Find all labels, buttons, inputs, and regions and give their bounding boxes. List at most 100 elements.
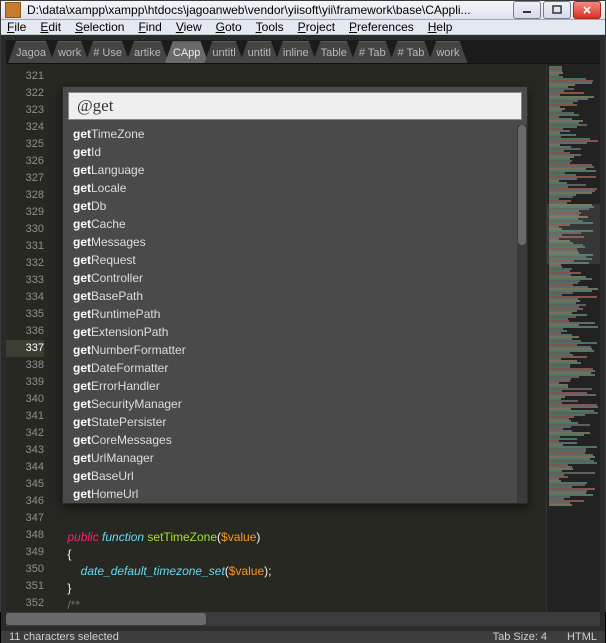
- window-title: D:\data\xampp\xampp\htdocs\jagoanweb\ven…: [27, 3, 513, 17]
- menu-view[interactable]: View: [176, 20, 202, 34]
- line-number: 343: [6, 442, 44, 459]
- palette-result[interactable]: getRuntimePath: [63, 305, 527, 323]
- line-number: 348: [6, 527, 44, 544]
- menubar: File Edit Selection Find View Goto Tools Projec…: [1, 20, 605, 35]
- line-number: 352: [6, 595, 44, 612]
- statusbar: 11 characters selected Tab Size: 4 HTML: [1, 631, 605, 643]
- line-number: 341: [6, 408, 44, 425]
- param: $value: [221, 530, 256, 544]
- fn-call: date_default_timezone_set: [81, 564, 225, 578]
- menu-help[interactable]: Help: [428, 20, 453, 34]
- palette-result[interactable]: getErrorHandler: [63, 377, 527, 395]
- line-number: 329: [6, 204, 44, 221]
- line-number: 347: [6, 510, 44, 527]
- tab[interactable]: work: [50, 41, 89, 63]
- line-number: 342: [6, 425, 44, 442]
- tab[interactable]: CApp: [165, 41, 209, 63]
- palette-result[interactable]: getBasePath: [63, 287, 527, 305]
- palette-result[interactable]: getLanguage: [63, 161, 527, 179]
- minimap[interactable]: [546, 64, 600, 612]
- palette-input[interactable]: @get: [68, 92, 522, 120]
- line-number: 325: [6, 136, 44, 153]
- line-number: 346: [6, 493, 44, 510]
- line-number: 335: [6, 306, 44, 323]
- palette-result[interactable]: getMessages: [63, 233, 527, 251]
- line-number: 338: [6, 357, 44, 374]
- app-icon: [5, 2, 21, 18]
- maximize-button[interactable]: [543, 1, 571, 19]
- palette-list: getTimeZonegetIdgetLanguagegetLocalegetD…: [63, 125, 527, 503]
- palette-result[interactable]: getController: [63, 269, 527, 287]
- indent: [54, 530, 67, 544]
- menu-tools[interactable]: Tools: [256, 20, 284, 34]
- status-tabsize[interactable]: Tab Size: 4: [493, 631, 547, 643]
- menu-selection[interactable]: Selection: [75, 20, 124, 34]
- tab[interactable]: Jagoa: [8, 41, 54, 63]
- line-number: 334: [6, 289, 44, 306]
- tab[interactable]: untitl: [204, 41, 243, 63]
- palette-result[interactable]: getTimeZone: [63, 125, 527, 143]
- line-number: 327: [6, 170, 44, 187]
- hscroll-row: [6, 612, 600, 626]
- menu-project[interactable]: Project: [298, 20, 335, 34]
- line-number: 340: [6, 391, 44, 408]
- line-number: 330: [6, 221, 44, 238]
- menu-edit[interactable]: Edit: [40, 20, 61, 34]
- palette-result[interactable]: getCache: [63, 215, 527, 233]
- line-number: 322: [6, 85, 44, 102]
- close-button[interactable]: [573, 1, 601, 19]
- line-number: 337: [6, 340, 44, 357]
- palette-result[interactable]: getUrlManager: [63, 449, 527, 467]
- line-number: 323: [6, 102, 44, 119]
- palette-result[interactable]: getRequest: [63, 251, 527, 269]
- line-number: 345: [6, 476, 44, 493]
- line-number: 336: [6, 323, 44, 340]
- minimize-button[interactable]: [513, 1, 541, 19]
- tab[interactable]: work: [428, 41, 467, 63]
- tab[interactable]: # Use: [85, 41, 130, 63]
- line-number: 339: [6, 374, 44, 391]
- line-number: 324: [6, 119, 44, 136]
- palette-result[interactable]: getId: [63, 143, 527, 161]
- menu-find[interactable]: Find: [138, 20, 161, 34]
- kw-function: function: [102, 530, 144, 544]
- line-number: 349: [6, 544, 44, 561]
- line-number: 332: [6, 255, 44, 272]
- palette-result[interactable]: getCoreMessages: [63, 431, 527, 449]
- menu-preferences[interactable]: Preferences: [349, 20, 414, 34]
- palette-result[interactable]: getSecurityManager: [63, 395, 527, 413]
- menu-goto[interactable]: Goto: [216, 20, 242, 34]
- kw-public: public: [67, 530, 98, 544]
- palette-result[interactable]: getExtensionPath: [63, 323, 527, 341]
- palette-result[interactable]: getStatePersister: [63, 413, 527, 431]
- palette-scrollbar[interactable]: [517, 125, 527, 503]
- fn-name: setTimeZone: [147, 530, 217, 544]
- palette-scroll-thumb[interactable]: [518, 125, 526, 245]
- hscroll-thumb[interactable]: [6, 613, 206, 625]
- line-number: 328: [6, 187, 44, 204]
- tab[interactable]: artike: [126, 41, 169, 63]
- status-syntax[interactable]: HTML: [567, 631, 597, 643]
- tab[interactable]: untitl: [240, 41, 279, 63]
- tab[interactable]: # Tab: [351, 41, 394, 63]
- hscroll-track[interactable]: [6, 612, 600, 626]
- line-number: 350: [6, 561, 44, 578]
- tabbar: Jagoawork# UseartikeCAppuntitluntitlinli…: [6, 40, 600, 64]
- palette-result[interactable]: getDateFormatter: [63, 359, 527, 377]
- line-number: 351: [6, 578, 44, 595]
- menu-file[interactable]: File: [7, 20, 26, 34]
- palette-result[interactable]: getDb: [63, 197, 527, 215]
- palette-result[interactable]: getHomeUrl: [63, 485, 527, 503]
- palette-result[interactable]: getBaseUrl: [63, 467, 527, 485]
- comment: /**: [67, 598, 80, 612]
- titlebar[interactable]: D:\data\xampp\xampp\htdocs\jagoanweb\ven…: [1, 1, 605, 20]
- palette-result[interactable]: getNumberFormatter: [63, 341, 527, 359]
- palette-result[interactable]: getLocale: [63, 179, 527, 197]
- tab[interactable]: # Tab: [390, 41, 433, 63]
- tab[interactable]: Table: [313, 41, 355, 63]
- tab[interactable]: inline: [275, 41, 317, 63]
- line-number: 321: [6, 68, 44, 85]
- line-gutter: 3213223233243253263273283293303313323333…: [6, 64, 54, 612]
- line-number: 344: [6, 459, 44, 476]
- line-number: 331: [6, 238, 44, 255]
